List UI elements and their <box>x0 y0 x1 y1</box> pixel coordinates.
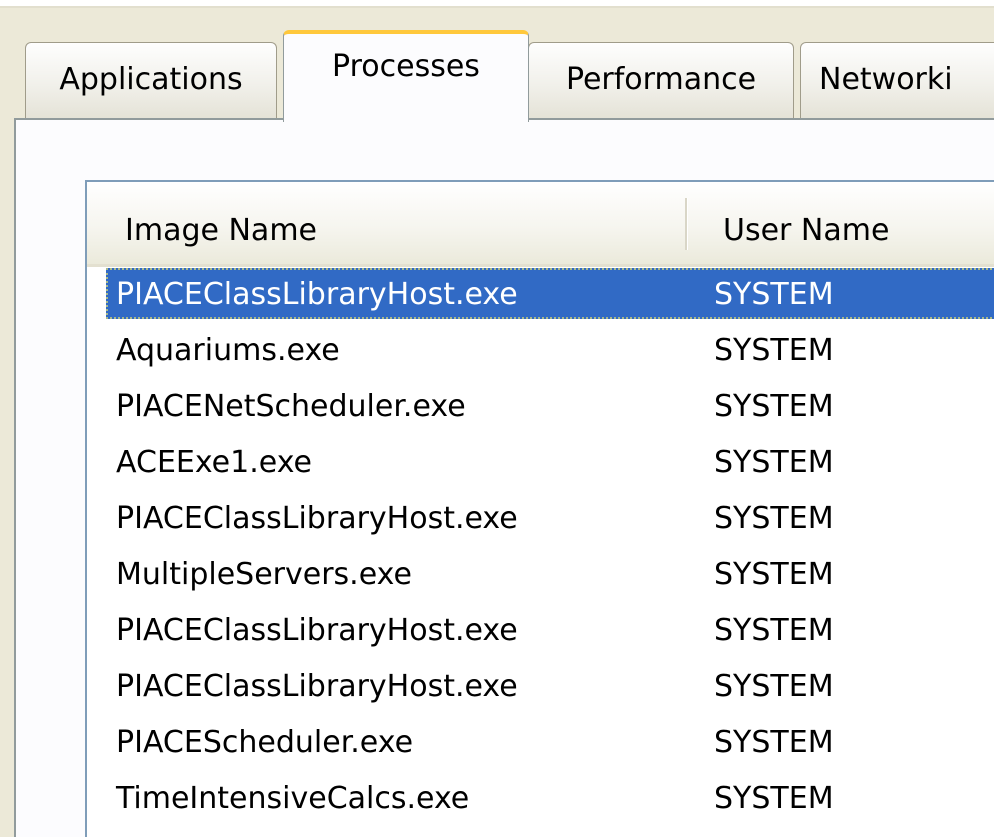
table-row[interactable]: ACEExe1.exe SYSTEM <box>87 435 994 491</box>
cell-image-name: TimeIntensiveCalcs.exe <box>116 781 470 816</box>
cell-image-name: PIACENetScheduler.exe <box>116 389 466 424</box>
tab-networking[interactable]: Networki <box>800 42 994 120</box>
cell-user-name: SYSTEM <box>714 781 834 816</box>
table-row[interactable]: PIACEClassLibraryHost.exe SYSTEM <box>87 659 994 715</box>
cell-image-name: MultipleServers.exe <box>116 557 412 592</box>
cell-user-name: SYSTEM <box>714 613 834 648</box>
table-row[interactable]: TimeIntensiveCalcs.exe SYSTEM <box>87 771 994 827</box>
cell-user-name: SYSTEM <box>714 669 834 704</box>
list-rows: PIACEClassLibraryHost.exe SYSTEM Aquariums… <box>87 267 994 827</box>
column-header-user-name[interactable]: User Name <box>723 182 889 264</box>
cell-user-name: SYSTEM <box>714 277 834 312</box>
cell-image-name: Aquariums.exe <box>116 333 340 368</box>
cell-user-name: SYSTEM <box>714 501 834 536</box>
cell-image-name: PIACEClassLibraryHost.exe <box>116 501 518 536</box>
table-row[interactable]: PIACENetScheduler.exe SYSTEM <box>87 379 994 435</box>
cell-user-name: SYSTEM <box>714 389 834 424</box>
tab-applications[interactable]: Applications <box>25 42 277 120</box>
process-list[interactable]: Image Name User Name PIACEClassLibraryHo… <box>85 180 994 837</box>
cell-user-name: SYSTEM <box>714 445 834 480</box>
cell-image-name: PIACEClassLibraryHost.exe <box>116 277 518 312</box>
column-divider[interactable] <box>685 198 688 250</box>
tab-performance[interactable]: Performance <box>528 42 794 120</box>
table-row[interactable]: MultipleServers.exe SYSTEM <box>87 547 994 603</box>
tab-processes[interactable]: Processes <box>283 30 529 122</box>
cell-image-name: PIACEClassLibraryHost.exe <box>116 669 518 704</box>
cell-user-name: SYSTEM <box>714 725 834 760</box>
table-row[interactable]: Aquariums.exe SYSTEM <box>87 323 994 379</box>
column-header-image-name[interactable]: Image Name <box>125 182 317 264</box>
list-header: Image Name User Name <box>87 182 994 267</box>
cell-user-name: SYSTEM <box>714 333 834 368</box>
cell-user-name: SYSTEM <box>714 557 834 592</box>
cell-image-name: ACEExe1.exe <box>116 445 312 480</box>
cell-image-name: PIACEScheduler.exe <box>116 725 414 760</box>
table-row[interactable]: PIACEClassLibraryHost.exe SYSTEM <box>87 267 994 323</box>
table-row[interactable]: PIACEScheduler.exe SYSTEM <box>87 715 994 771</box>
cell-image-name: PIACEClassLibraryHost.exe <box>116 613 518 648</box>
table-row[interactable]: PIACEClassLibraryHost.exe SYSTEM <box>87 491 994 547</box>
table-row[interactable]: PIACEClassLibraryHost.exe SYSTEM <box>87 603 994 659</box>
